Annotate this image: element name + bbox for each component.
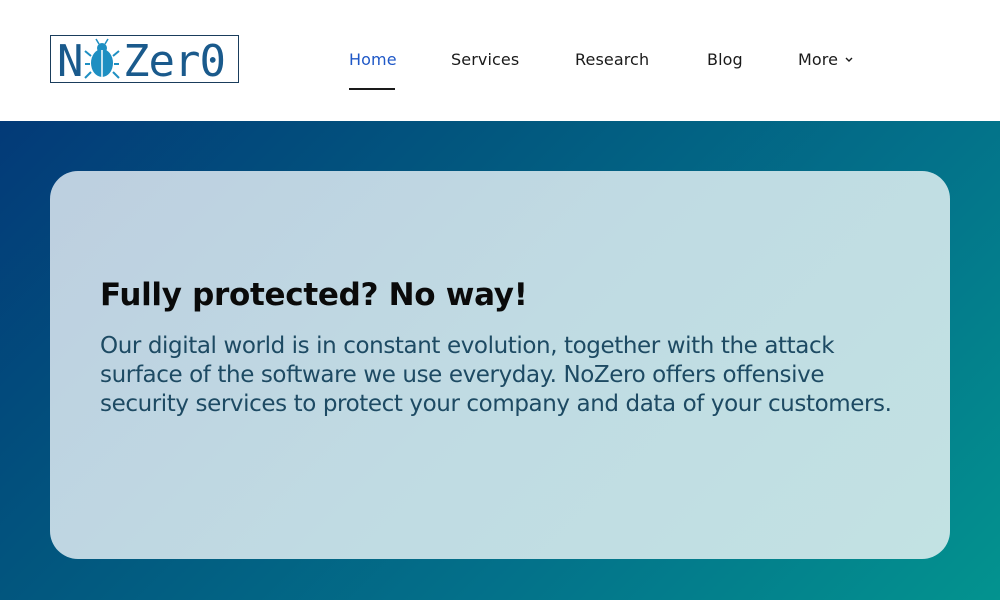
nav-item-more-label: More [798,50,839,69]
hero-description: Our digital world is in constant evoluti… [100,333,892,417]
nav-item-blog[interactable]: Blog [707,48,743,72]
main-nav: Home Services Research Blog More [0,0,1000,121]
site-header: N Zer0 Home Services Research Blog More [0,0,1000,121]
hero-section: Fully protected? No way! Our digital wor… [0,121,1000,600]
nav-item-more[interactable]: More [798,48,854,72]
nav-item-services[interactable]: Services [451,48,519,72]
nav-item-home[interactable]: Home [349,48,397,72]
nav-item-research[interactable]: Research [575,48,649,72]
chevron-down-icon [845,57,853,62]
hero-title: Fully protected? No way! [100,277,528,313]
nav-active-indicator [349,88,395,90]
hero-card: Fully protected? No way! Our digital wor… [50,171,950,559]
